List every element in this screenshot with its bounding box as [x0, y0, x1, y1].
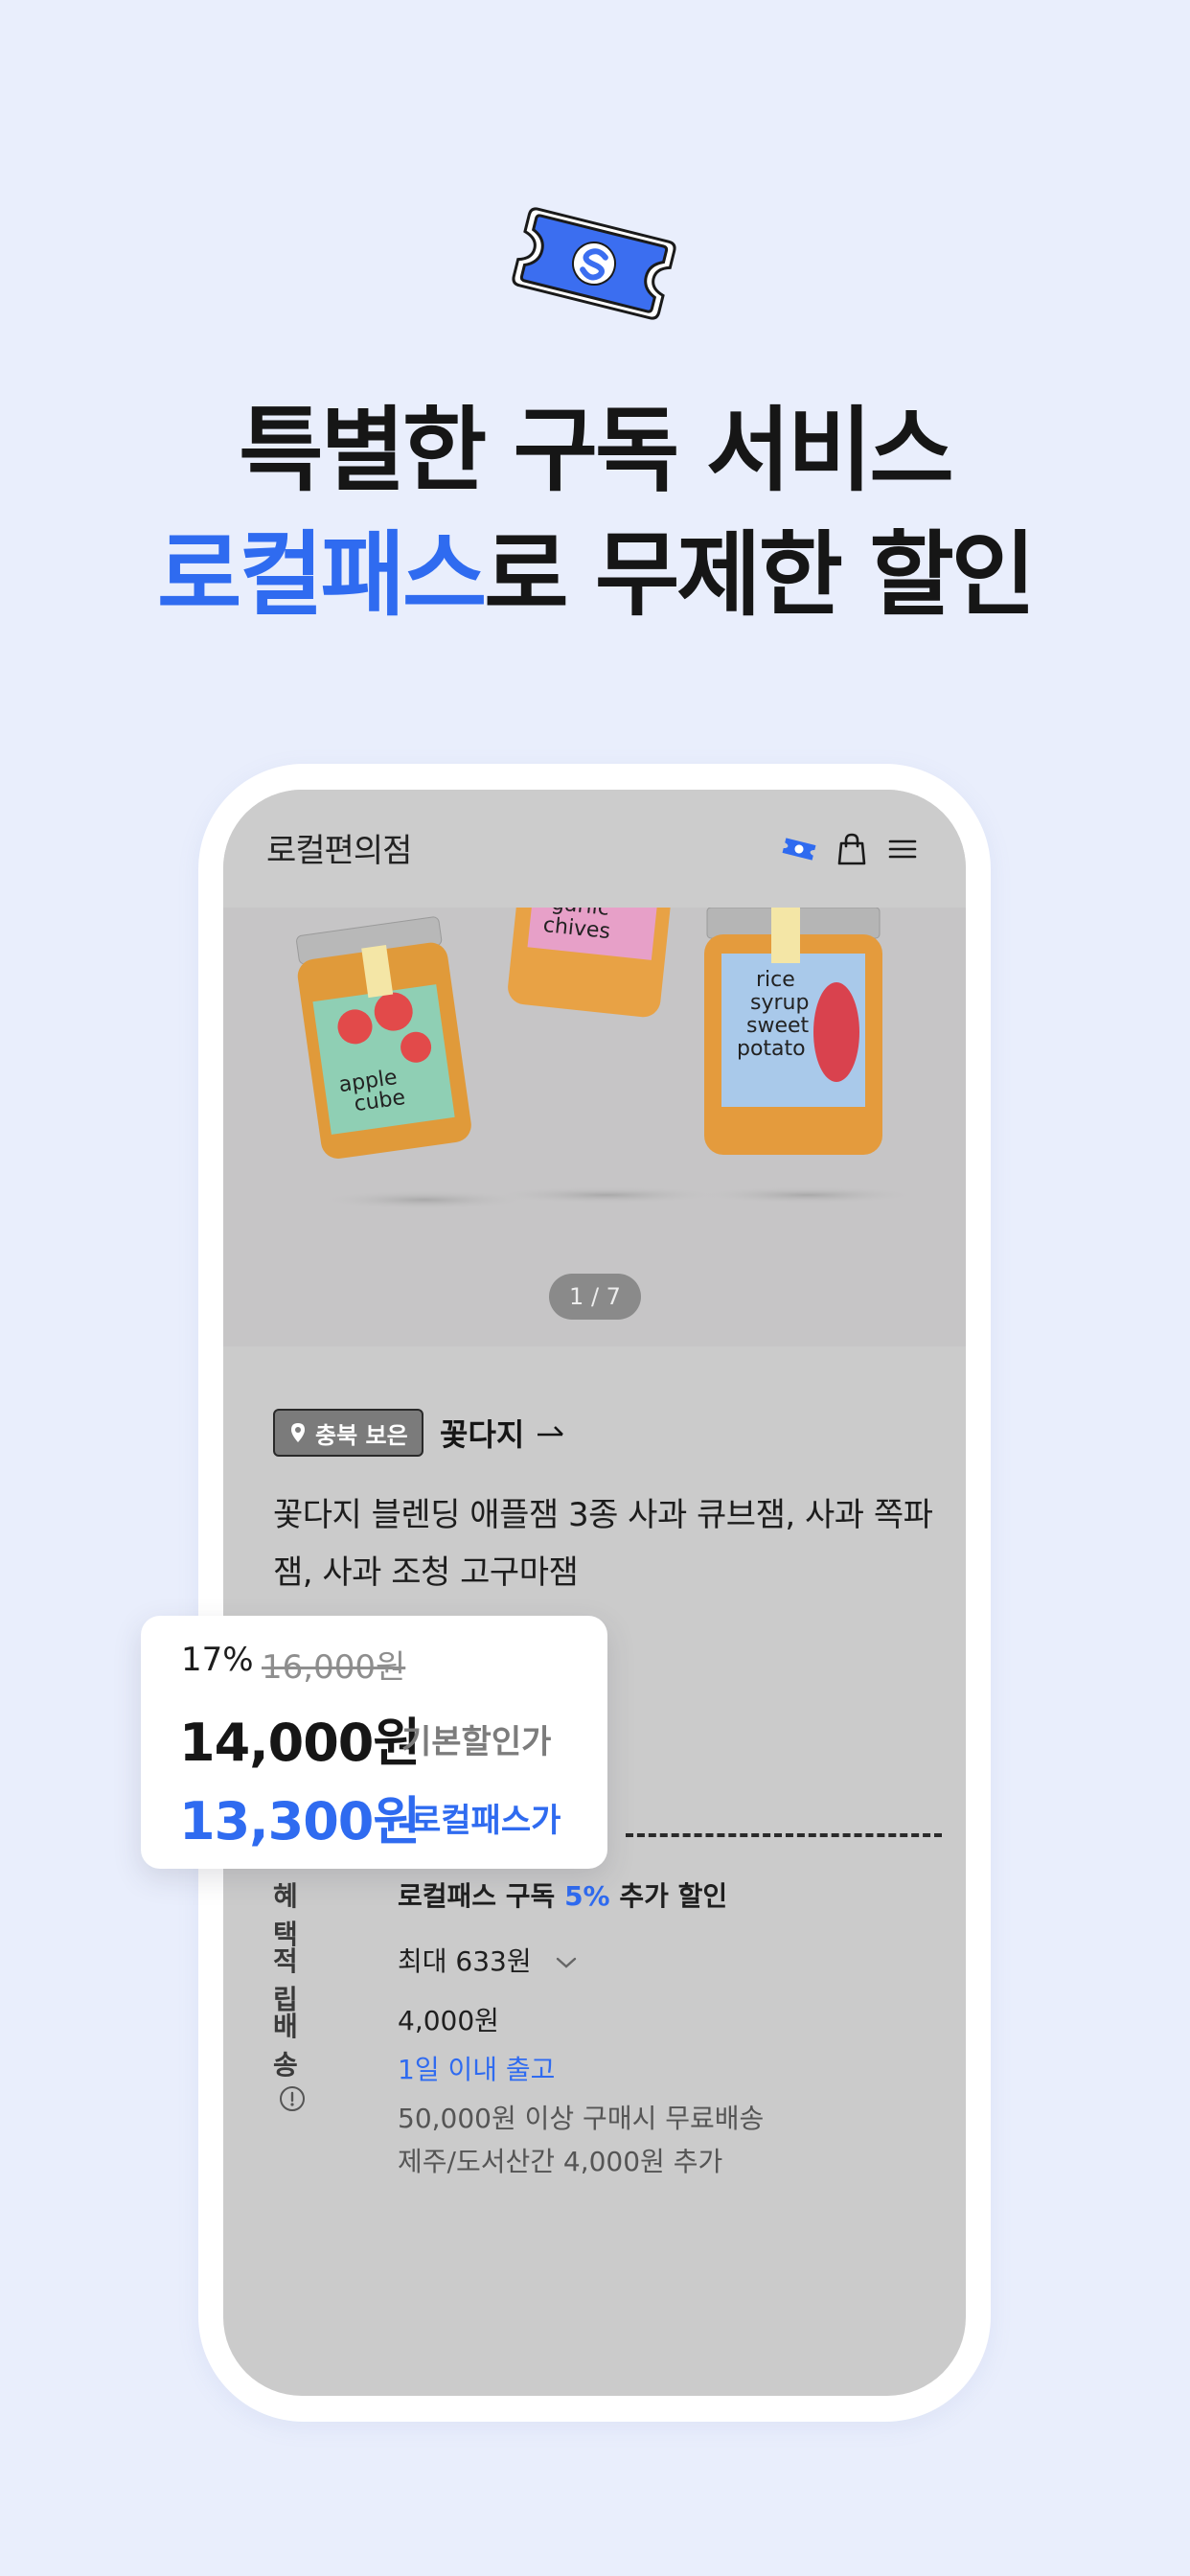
headline-line-2: 로컬패스로 무제한 할인 — [0, 513, 1190, 637]
hero-headline: 특별한 구독 서비스 로컬패스로 무제한 할인 — [0, 388, 1190, 637]
image-pager: 1 / 7 — [549, 1274, 641, 1320]
product-image-carousel[interactable]: apple cube garlic chives ri — [223, 908, 966, 1346]
headline-accent: 로컬패스 — [156, 521, 487, 629]
points-amount: 최대 633원 — [398, 1945, 532, 1977]
shipping-free-condition: 50,000원 이상 구매시 무료배송 — [398, 2103, 765, 2134]
localpass-price: 13,300원 — [179, 1791, 421, 1852]
jar-label-syrup: syrup — [750, 991, 809, 1015]
discount-rate: 17% — [181, 1641, 254, 1679]
phone-screen: 로컬편의점 apple cube chives rice syrup sweet… — [223, 790, 966, 2396]
product-title: 꽃다지 블렌딩 애플잼 3종 사과 큐브잼, 사과 쪽파잼, 사과 조청 고구마… — [273, 1496, 933, 1592]
menu-icon[interactable] — [882, 830, 921, 868]
hero-ticket-icon — [498, 192, 690, 335]
jar-label-rice: rice — [756, 968, 795, 992]
phone-frame: 로컬편의점 apple cube chives rice syrup sweet… — [198, 764, 991, 2422]
info-icon[interactable] — [279, 2085, 306, 2112]
shopping-bag-icon[interactable] — [833, 830, 871, 868]
benefit-suffix: 추가 할인 — [619, 1880, 728, 1912]
benefit-prefix: 로컬패스 구독 — [398, 1880, 556, 1912]
jar-label-potato: potato — [737, 1037, 806, 1061]
sale-price-label: 기본할인가 — [401, 1723, 552, 1761]
arrow-right-icon — [538, 1426, 564, 1437]
sale-price: 14,000원 — [179, 1713, 421, 1773]
benefit-value: 로컬패스 구독 5% 추가 할인 — [398, 1875, 727, 1914]
region-tag: 충북 보은 — [273, 1409, 423, 1457]
localpass-price-label: 로컬패스가 — [411, 1802, 561, 1840]
app-header: 로컬편의점 — [223, 790, 966, 908]
shipping-fee: 4,000원 — [398, 2005, 499, 2036]
headline-line-1: 특별한 구독 서비스 — [239, 397, 953, 504]
benefit-percent: 5% — [564, 1880, 610, 1912]
region-label: 충북 보은 — [315, 1421, 408, 1449]
brand-link[interactable]: 꽃다지 — [440, 1410, 566, 1456]
location-pin-icon — [291, 1423, 305, 1442]
shipping-label-wrap: 배송 — [273, 2006, 306, 2114]
shipping-dispatch: 1일 이내 출고 — [398, 2054, 556, 2085]
headline-rest: 로 무제한 할인 — [484, 521, 1036, 629]
divider — [626, 1833, 942, 1837]
original-price: 16,000원 — [262, 1648, 406, 1687]
price-card: 17% 16,000원 14,000원 기본할인가 13,300원 로컬패스가 — [141, 1616, 607, 1869]
shipping-label: 배송 — [273, 2011, 298, 2081]
shipping-details: 4,000원 1일 이내 출고 50,000원 이상 구매시 무료배송 제주/도… — [398, 1996, 764, 2181]
brand-name[interactable]: 꽃다지 — [440, 1411, 524, 1455]
app-logo[interactable]: 로컬편의점 — [266, 824, 412, 871]
jar-label-sweet: sweet — [746, 1014, 810, 1038]
shipping-extra-fee: 제주/도서산간 4,000원 추가 — [398, 2146, 723, 2177]
chevron-down-icon[interactable] — [552, 1953, 581, 1972]
points-value[interactable]: 최대 633원 — [398, 1941, 581, 1979]
product-info: 충북 보은 꽃다지 꽃다지 블렌딩 애플잼 3종 사과 큐브잼, 사과 쪽파잼,… — [223, 1346, 966, 2396]
ticket-icon[interactable] — [780, 830, 818, 868]
